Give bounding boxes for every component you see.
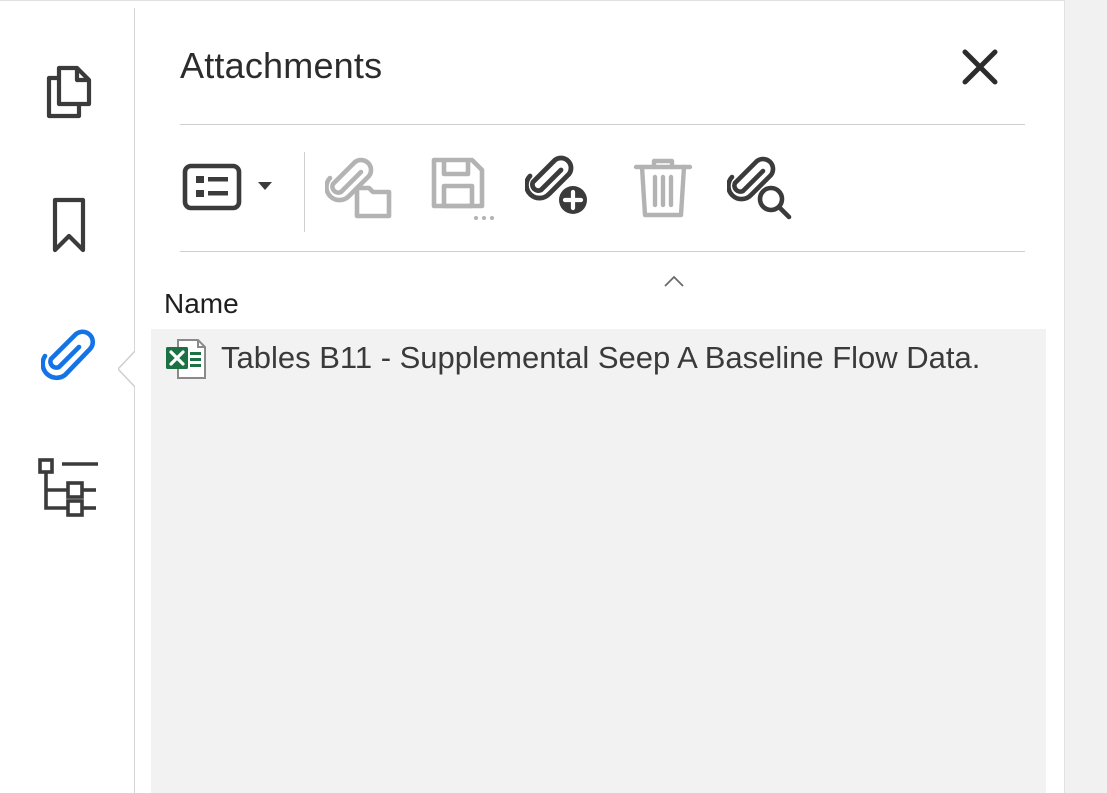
sort-ascending-icon[interactable] (663, 274, 685, 293)
add-attachment-icon (524, 154, 595, 227)
panel-title: Attachments (180, 45, 383, 86)
toolbar-divider (304, 152, 305, 232)
save-attachment-button[interactable] (428, 144, 500, 236)
navigation-rail (0, 8, 136, 793)
delete-attachment-button[interactable] (628, 144, 698, 236)
document-scrollbar[interactable] (1064, 0, 1107, 793)
paperclip-icon (41, 329, 97, 385)
list-item[interactable]: Tables B11 - Supplemental Seep A Baselin… (151, 329, 1046, 393)
pages-icon (41, 60, 97, 122)
rail-bookmarks-button[interactable] (38, 194, 100, 256)
bookmark-icon (47, 194, 91, 256)
delete-attachment-icon (632, 155, 694, 226)
rail-pages-button[interactable] (38, 60, 100, 122)
view-options-button[interactable] (180, 144, 280, 236)
add-attachment-button[interactable] (522, 144, 598, 236)
attachments-panel: Attachments Name Tables B11 - Supplement… (135, 8, 1064, 793)
search-attachment-icon (726, 155, 797, 226)
list-header: Name (151, 270, 1046, 329)
attachment-filename: Tables B11 - Supplemental Seep A Baselin… (221, 340, 981, 375)
rail-structure-button[interactable] (38, 458, 100, 524)
save-attachment-icon (430, 152, 498, 229)
view-options-icon (182, 162, 278, 219)
toolbar-divider-bottom (180, 251, 1025, 252)
attachments-list: Name Tables B11 - Supplemental Seep A Ba… (151, 270, 1046, 793)
open-attachment-icon (324, 156, 395, 225)
top-border (0, 0, 1064, 1)
excel-file-icon (164, 337, 208, 386)
attachments-toolbar (180, 144, 1025, 236)
header-divider (180, 124, 1025, 125)
search-attachment-button[interactable] (724, 144, 800, 236)
open-attachment-button[interactable] (322, 144, 398, 236)
column-header-name[interactable]: Name (164, 288, 239, 320)
rail-attachments-button[interactable] (38, 326, 100, 388)
close-icon (955, 49, 1005, 96)
close-panel-button[interactable] (955, 42, 1005, 92)
structure-tree-icon (38, 458, 100, 524)
